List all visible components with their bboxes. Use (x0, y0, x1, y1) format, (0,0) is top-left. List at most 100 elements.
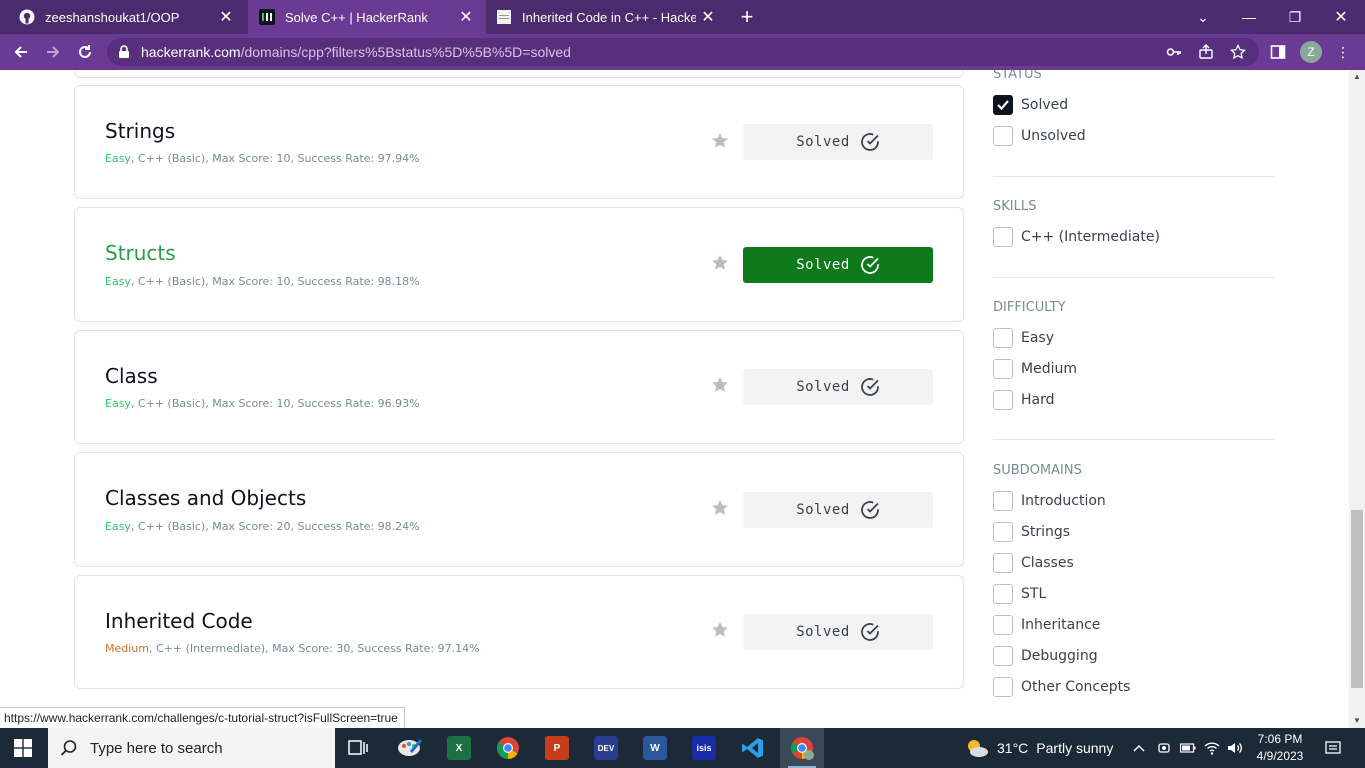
tab-search-icon[interactable]: ⌄ (1180, 0, 1226, 34)
tab-github[interactable]: zeeshanshoukat1/OOP ✕ (0, 0, 246, 34)
challenge-title[interactable]: Classes and Objects (105, 486, 306, 510)
scroll-up-icon[interactable]: ▲ (1349, 70, 1365, 84)
lock-icon[interactable] (117, 45, 131, 59)
bookmark-star-icon[interactable] (711, 621, 729, 639)
solved-button[interactable]: Solved (743, 247, 933, 283)
checkbox[interactable] (993, 615, 1013, 635)
side-panel-icon[interactable] (1268, 42, 1288, 62)
filter-difficulty-hard[interactable]: Hard (993, 390, 1055, 410)
url-text[interactable]: hackerrank.com/domains/cpp?filters%5Bsta… (141, 44, 571, 60)
minimize-icon[interactable]: — (1226, 0, 1272, 34)
check-circle-icon (860, 378, 879, 396)
solved-button[interactable]: Solved (743, 369, 933, 405)
filter-label: Debugging (1021, 648, 1098, 664)
filter-status-unsolved[interactable]: Unsolved (993, 126, 1086, 146)
solved-button[interactable]: Solved (743, 614, 933, 650)
filter-skill-cpp-intermediate[interactable]: C++ (Intermediate) (993, 227, 1160, 247)
forward-icon[interactable] (41, 40, 65, 64)
filter-subdomain-classes[interactable]: Classes (993, 553, 1074, 573)
task-view-icon[interactable] (337, 728, 381, 768)
checkbox[interactable] (993, 227, 1013, 247)
checkbox[interactable] (993, 491, 1013, 511)
powerpoint-app-icon[interactable]: P (535, 728, 579, 768)
excel-app-icon[interactable]: X (437, 728, 481, 768)
scroll-down-icon[interactable]: ▼ (1349, 714, 1365, 728)
challenge-card[interactable]: Classes and Objects Easy, C++ (Basic), M… (74, 452, 964, 567)
challenge-card[interactable]: Structs Easy, C++ (Basic), Max Score: 10… (74, 207, 964, 322)
meet-now-icon[interactable] (1155, 728, 1173, 768)
word-app-icon[interactable]: W (633, 728, 677, 768)
page-scrollbar[interactable]: ▲ ▼ (1349, 70, 1365, 728)
solved-button[interactable]: Solved (743, 492, 933, 528)
back-icon[interactable] (9, 40, 33, 64)
solved-label: Solved (796, 379, 850, 395)
filter-subdomain-stl[interactable]: STL (993, 584, 1046, 604)
bookmark-star-icon[interactable] (711, 499, 729, 517)
tab-hackerrank[interactable]: Solve C++ | HackerRank ✕ (248, 0, 486, 34)
show-hidden-icons-icon[interactable] (1130, 728, 1148, 768)
challenge-title[interactable]: Class (105, 364, 158, 388)
bookmark-star-icon[interactable] (711, 376, 729, 394)
isis-app-icon[interactable]: isis (682, 728, 726, 768)
filter-status-solved[interactable]: Solved (993, 95, 1068, 115)
bookmark-star-icon[interactable] (1229, 43, 1247, 61)
filter-subdomain-introduction[interactable]: Introduction (993, 491, 1106, 511)
battery-icon[interactable] (1179, 728, 1197, 768)
chrome-profile-app-icon[interactable] (780, 728, 824, 768)
challenge-title[interactable]: Strings (105, 119, 175, 143)
chrome-app-icon[interactable] (486, 728, 530, 768)
windows-start-icon[interactable] (0, 728, 46, 768)
filter-difficulty-easy[interactable]: Easy (993, 328, 1054, 348)
checkbox[interactable] (993, 328, 1013, 348)
reload-icon[interactable] (73, 40, 97, 64)
taskbar-clock[interactable]: 7:06 PM 4/9/2023 (1248, 731, 1312, 765)
profile-avatar[interactable]: Z (1300, 41, 1322, 63)
address-bar[interactable]: hackerrank.com/domains/cpp?filters%5Bsta… (107, 38, 1259, 66)
search-placeholder: Type here to search (90, 739, 223, 757)
devcpp-app-icon[interactable]: DEV (584, 728, 628, 768)
challenge-card[interactable]: Inherited Code Medium, C++ (Intermediate… (74, 575, 964, 689)
volume-icon[interactable] (1226, 728, 1244, 768)
weather-widget[interactable]: 31°C Partly sunny (965, 728, 1113, 768)
weather-text: Partly sunny (1036, 740, 1114, 756)
checkbox[interactable] (993, 126, 1013, 146)
filter-subdomain-inheritance[interactable]: Inheritance (993, 615, 1100, 635)
challenge-title[interactable]: Structs (105, 241, 176, 265)
checkbox[interactable] (993, 553, 1013, 573)
close-tab-icon[interactable]: ✕ (696, 7, 720, 27)
menu-icon[interactable]: ⋮ (1333, 42, 1353, 62)
close-tab-icon[interactable]: ✕ (454, 7, 478, 27)
checkbox[interactable] (993, 646, 1013, 666)
checkbox[interactable] (993, 359, 1013, 379)
checkbox[interactable] (993, 584, 1013, 604)
filter-subdomain-other-concepts[interactable]: Other Concepts (993, 677, 1130, 697)
vscode-app-icon[interactable] (731, 728, 775, 768)
filter-subdomain-strings[interactable]: Strings (993, 522, 1070, 542)
taskbar-search-box[interactable]: Type here to search (48, 728, 335, 768)
restore-icon[interactable]: ❐ (1272, 0, 1318, 34)
filter-subdomain-debugging[interactable]: Debugging (993, 646, 1098, 666)
checkbox[interactable] (993, 677, 1013, 697)
tab-title: Inherited Code in C++ - Hacker Rank (522, 9, 696, 25)
wifi-icon[interactable] (1203, 728, 1221, 768)
bookmark-star-icon[interactable] (711, 254, 729, 272)
key-icon[interactable] (1165, 43, 1183, 61)
challenge-card[interactable]: Class Easy, C++ (Basic), Max Score: 10, … (74, 330, 964, 444)
filter-difficulty-medium[interactable]: Medium (993, 359, 1077, 379)
bookmark-star-icon[interactable] (711, 132, 729, 150)
new-tab-button[interactable]: + (736, 4, 758, 30)
filter-label: Solved (1021, 97, 1069, 113)
share-icon[interactable] (1197, 43, 1215, 61)
solved-button[interactable]: Solved (743, 124, 933, 160)
paint-app-icon[interactable] (388, 728, 432, 768)
scrollbar-thumb[interactable] (1351, 510, 1363, 688)
checkbox[interactable] (993, 390, 1013, 410)
close-tab-icon[interactable]: ✕ (214, 7, 238, 27)
notifications-icon[interactable] (1322, 728, 1344, 768)
challenge-card[interactable]: Strings Easy, C++ (Basic), Max Score: 10… (74, 85, 964, 199)
checkbox[interactable] (993, 95, 1013, 115)
close-window-icon[interactable]: ✕ (1318, 0, 1364, 34)
challenge-title[interactable]: Inherited Code (105, 609, 253, 633)
tab-inherited-code[interactable]: Inherited Code in C++ - Hacker Rank ✕ (488, 0, 728, 34)
checkbox[interactable] (993, 522, 1013, 542)
